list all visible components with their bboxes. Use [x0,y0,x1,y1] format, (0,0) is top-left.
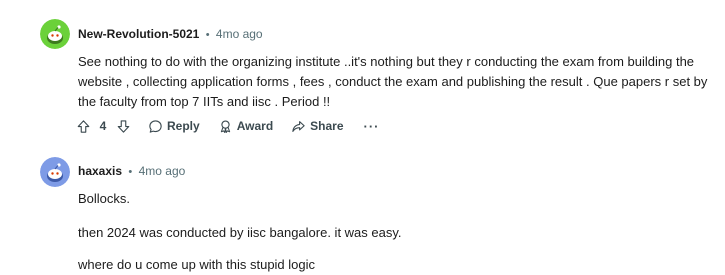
vote-group: 4 [72,113,134,139]
comment: haxaxis • 4mo ago Bollocks. then 2024 wa… [0,150,725,272]
user-avatar[interactable] [40,157,70,187]
reply-button[interactable]: Reply [142,113,206,139]
user-avatar[interactable] [40,19,70,49]
comment: New-Revolution-5021 • 4mo ago See nothin… [0,0,725,150]
upvote-arrow-icon [77,119,89,133]
award-label: Award [236,119,274,133]
snoo-avatar-icon [40,19,70,49]
comment-body: See nothing to do with the organizing in… [78,52,718,112]
reply-label: Reply [167,119,200,133]
more-options-button[interactable]: ··· [356,113,388,139]
comment-meta: haxaxis • 4mo ago [78,162,185,180]
speech-bubble-icon [149,119,162,133]
downvote-arrow-icon [117,119,129,133]
vote-score: 4 [99,119,107,133]
comment-paragraph: where do u come up with this stupid logi… [78,257,316,272]
share-label: Share [310,119,344,133]
username[interactable]: haxaxis [78,164,122,178]
award-button[interactable]: Award [212,113,279,139]
comment-meta: New-Revolution-5021 • 4mo ago [78,25,263,43]
snoo-avatar-icon [40,157,70,187]
comment-paragraph: Bollocks. [78,191,131,206]
comment-paragraph: then 2024 was conducted by iisc bangalor… [78,225,402,240]
timestamp[interactable]: 4mo ago [216,27,263,41]
award-ribbon-icon [220,119,230,133]
downvote-button[interactable] [112,113,134,139]
comment-paragraph: See nothing to do with the organizing in… [78,54,708,109]
share-button[interactable]: Share [285,113,349,139]
username[interactable]: New-Revolution-5021 [78,27,199,41]
upvote-button[interactable] [72,113,94,139]
timestamp[interactable]: 4mo ago [139,164,186,178]
share-arrow-icon [292,120,305,132]
meta-separator: • [128,166,133,178]
more-options-icon: ··· [363,118,380,134]
comment-actions: 4 Reply Award Share ··· [72,113,388,139]
meta-separator: • [205,29,210,41]
